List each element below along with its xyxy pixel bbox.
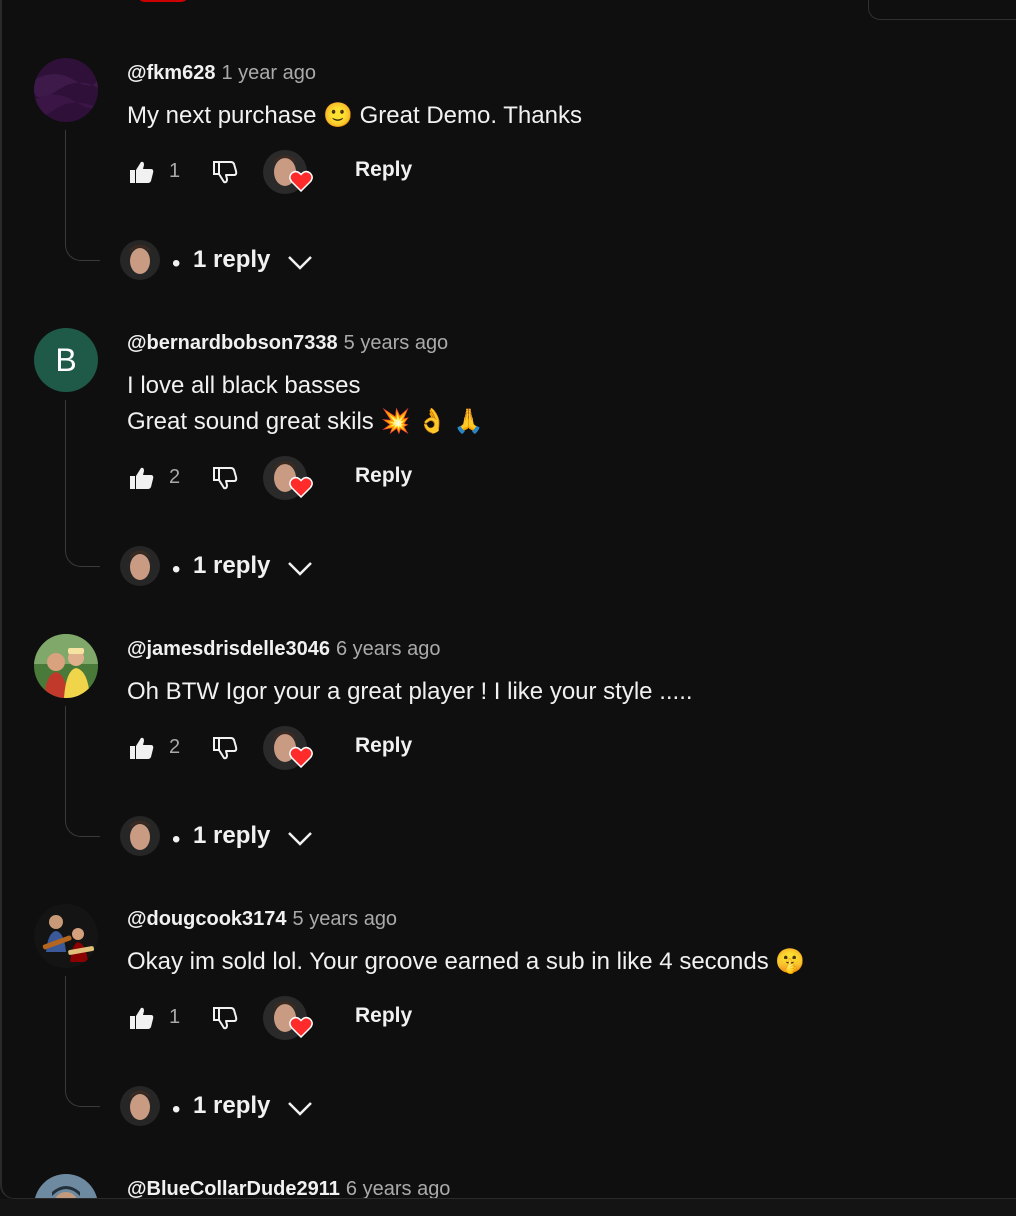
reply-button[interactable]: Reply (355, 464, 412, 488)
thread-connector (65, 706, 100, 837)
chevron-down-icon (288, 832, 312, 846)
like-count: 1 (169, 160, 181, 182)
comment-time[interactable]: 5 years ago (344, 332, 449, 354)
chevron-down-icon (288, 562, 312, 576)
avatar[interactable] (34, 904, 98, 968)
reply-button[interactable]: Reply (355, 1004, 412, 1028)
avatar[interactable] (34, 1174, 98, 1198)
bottom-dock-strip (0, 1199, 1016, 1216)
comment-author[interactable]: @jamesdrisdelle3046 (127, 638, 330, 660)
comment-author[interactable]: @fkm628 (127, 62, 215, 84)
cropped-red-element (137, 0, 189, 2)
chevron-down-icon (288, 256, 312, 270)
thread-connector (65, 130, 100, 261)
creator-heart-badge (263, 150, 315, 198)
thumbs-down-icon[interactable] (211, 464, 239, 492)
view-replies-button[interactable]: • 1 reply (120, 546, 340, 590)
replies-count: 1 reply (193, 1092, 271, 1119)
comment-text: Okay im sold lol. Your groove earned a s… (127, 948, 806, 975)
heart-icon (289, 1016, 313, 1038)
view-replies-button[interactable]: • 1 reply (120, 240, 340, 284)
comment-time[interactable]: 5 years ago (293, 908, 398, 930)
heart-icon (289, 170, 313, 192)
thread-connector (65, 400, 100, 567)
like-count: 2 (169, 466, 181, 488)
comment-time[interactable]: 6 years ago (346, 1178, 451, 1198)
thread-connector (65, 976, 100, 1107)
comment-text: I love all black basses Great sound grea… (127, 372, 484, 435)
heart-icon (289, 476, 313, 498)
replies-count: 1 reply (193, 822, 271, 849)
view-replies-button[interactable]: • 1 reply (120, 1086, 340, 1130)
comment-author[interactable]: @bernardbobson7338 (127, 332, 338, 354)
thumbs-up-icon[interactable] (127, 464, 155, 492)
reply-button[interactable]: Reply (355, 158, 412, 182)
thumbs-up-icon[interactable] (127, 1004, 155, 1032)
chevron-down-icon (288, 1102, 312, 1116)
thumbs-up-icon[interactable] (127, 734, 155, 762)
comment-time[interactable]: 6 years ago (336, 638, 441, 660)
reply-dot: • (172, 826, 181, 853)
thumbs-down-icon[interactable] (211, 734, 239, 762)
reply-dot: • (172, 1096, 181, 1123)
avatar[interactable]: B (34, 328, 98, 392)
comment-text: Oh BTW Igor your a great player ! I like… (127, 678, 693, 705)
view-replies-button[interactable]: • 1 reply (120, 816, 340, 860)
comment-author[interactable]: @dougcook3174 (127, 908, 287, 930)
cropped-input-box (868, 0, 1016, 20)
comment-header: @dougcook3174 5 years ago (127, 908, 397, 931)
comment-header: @fkm628 1 year ago (127, 62, 316, 85)
creator-avatar (120, 546, 160, 586)
thumbs-down-icon[interactable] (211, 158, 239, 186)
like-count: 1 (169, 1006, 181, 1028)
reply-dot: • (172, 250, 181, 277)
comment-header: @jamesdrisdelle3046 6 years ago (127, 638, 440, 661)
creator-heart-badge (263, 996, 315, 1044)
avatar[interactable] (34, 58, 98, 122)
creator-heart-badge (263, 456, 315, 504)
comments-panel: @fkm628 1 year ago My next purchase 🙂 Gre… (0, 0, 1016, 1199)
reply-button[interactable]: Reply (355, 734, 412, 758)
replies-count: 1 reply (193, 552, 271, 579)
thumbs-down-icon[interactable] (211, 1004, 239, 1032)
avatar[interactable] (34, 634, 98, 698)
comment-author[interactable]: @BlueCollarDude2911 (127, 1178, 340, 1198)
like-count: 2 (169, 736, 181, 758)
comment-time[interactable]: 1 year ago (221, 62, 316, 84)
thumbs-up-icon[interactable] (127, 158, 155, 186)
creator-heart-badge (263, 726, 315, 774)
reply-dot: • (172, 556, 181, 583)
comment-text: My next purchase 🙂 Great Demo. Thanks (127, 102, 582, 129)
comment-header: @BlueCollarDude2911 6 years ago (127, 1178, 451, 1198)
creator-avatar (120, 1086, 160, 1126)
comment-header: @bernardbobson7338 5 years ago (127, 332, 448, 355)
creator-avatar (120, 816, 160, 856)
replies-count: 1 reply (193, 246, 271, 273)
heart-icon (289, 746, 313, 768)
creator-avatar (120, 240, 160, 280)
